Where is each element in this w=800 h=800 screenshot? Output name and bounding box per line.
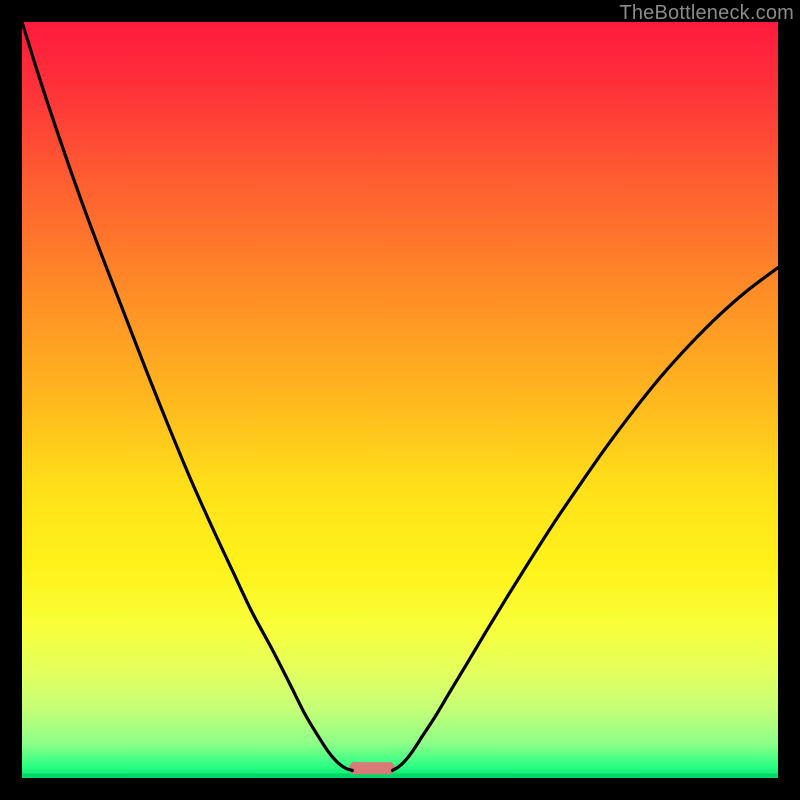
gradient-background <box>22 22 778 778</box>
base-marker <box>349 762 394 774</box>
watermark-text: TheBottleneck.com <box>619 2 794 25</box>
chart-svg <box>22 22 778 778</box>
chart-frame <box>22 22 778 778</box>
bottom-green-strip <box>22 773 778 778</box>
